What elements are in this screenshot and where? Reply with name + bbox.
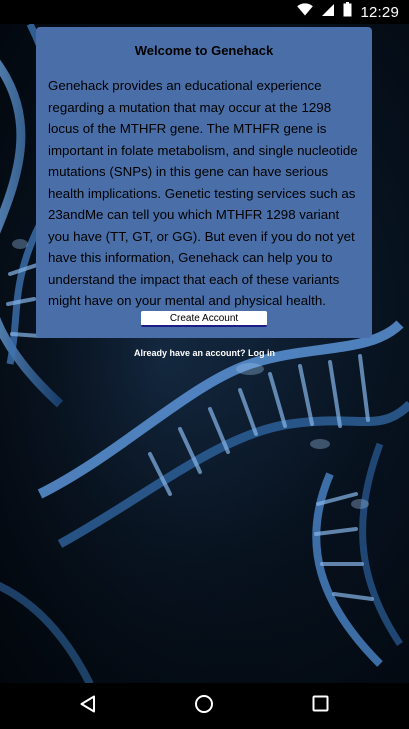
signal-icon	[321, 3, 335, 22]
recents-button[interactable]	[308, 694, 332, 718]
back-button[interactable]	[76, 694, 100, 718]
welcome-description: Genehack provides an educational experie…	[48, 78, 358, 308]
login-link[interactable]: Already have an account? Log in	[0, 348, 409, 358]
welcome-title: Welcome to Genehack	[134, 43, 274, 58]
home-icon	[194, 694, 214, 719]
recents-icon	[312, 695, 329, 717]
back-icon	[79, 695, 97, 718]
status-time: 12:29	[360, 3, 399, 21]
navigation-bar	[0, 683, 409, 729]
app-screen: 12:29 Welcome to Genehack Genehack provi…	[0, 0, 409, 729]
wifi-icon	[297, 3, 314, 21]
battery-icon	[343, 2, 352, 22]
status-bar: 12:29	[0, 0, 409, 24]
create-account-button[interactable]: Create Account	[141, 311, 267, 327]
status-icons: 12:29	[297, 2, 399, 22]
welcome-card: Welcome to Genehack Genehack provides an…	[36, 27, 372, 338]
home-button[interactable]	[192, 694, 216, 718]
